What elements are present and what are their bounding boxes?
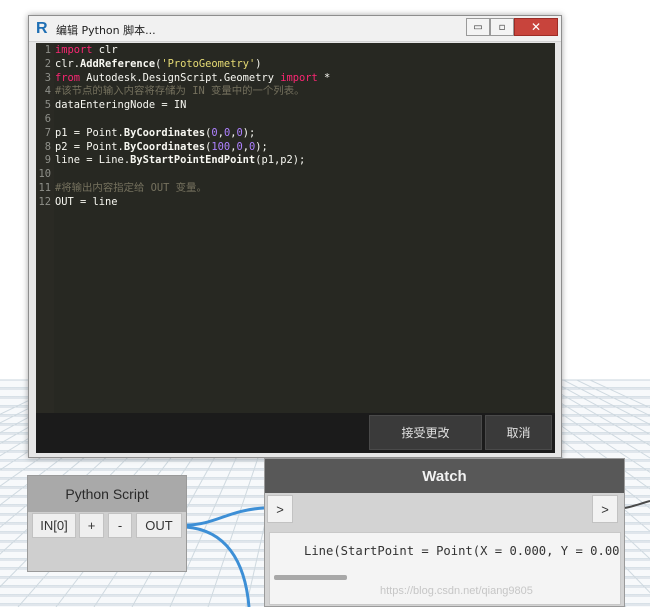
code-text: p1 = Point.ByCoordinates(0,0,0); [55, 127, 255, 141]
python-script-node[interactable]: Python Script IN[0] + - OUT [27, 475, 187, 572]
code-text: import clr [55, 44, 118, 58]
horizontal-scrollbar[interactable] [274, 575, 347, 580]
line-number: 10 [38, 168, 51, 181]
output-port-out[interactable]: OUT [136, 513, 182, 538]
node-title[interactable]: Watch [265, 459, 624, 493]
line-number: 11 [38, 182, 51, 194]
code-token: line = Line. [55, 154, 131, 167]
line-number: 12 [38, 195, 51, 208]
code-text: p2 = Point.ByCoordinates(100,0,0); [55, 141, 268, 155]
code-token: ByStartPointEndPoint [130, 154, 256, 167]
minimize-icon: ▭ [473, 21, 483, 33]
accept-changes-button[interactable]: 接受更改 [369, 415, 482, 450]
python-editor-window[interactable]: R 编辑 Python 脚本... ▭ ▫ ✕ 1 import clr 2 clr.… [28, 15, 562, 458]
minimize-button[interactable]: ▭ [466, 18, 490, 36]
revit-app-icon: R [36, 20, 48, 37]
code-editor[interactable]: 1 import clr 2 clr.AddReference('ProtoGeome… [36, 43, 555, 413]
code-token: * [317, 71, 331, 84]
line-number: 6 [44, 113, 51, 125]
code-text: OUT = line [55, 196, 118, 210]
code-token: p2 = Point. [55, 140, 124, 153]
line-number: 2 [44, 57, 51, 70]
watch-output-port[interactable]: > [592, 495, 618, 523]
code-token: clr. [55, 57, 81, 70]
code-token: ); [242, 126, 256, 139]
code-token: #该节点的输入内容将存储为 IN 变量中的一个列表。 [55, 85, 305, 98]
code-token: (p1,p2); [255, 154, 306, 167]
code-token: ) [255, 57, 262, 70]
dialog-button-bar: 接受更改 取消 [36, 413, 555, 453]
watch-value-text: Line(StartPoint = Point(X = 0.000, Y = 0… [304, 544, 620, 558]
code-text: #该节点的输入内容将存储为 IN 变量中的一个列表。 [55, 85, 304, 99]
window-titlebar[interactable]: R 编辑 Python 脚本... ▭ ▫ ✕ [29, 16, 561, 42]
window-title: 编辑 Python 脚本... [56, 24, 156, 37]
line-number: 8 [44, 140, 51, 153]
code-text: dataEnteringNode = IN [55, 99, 186, 113]
input-port-in0[interactable]: IN[0] [32, 513, 76, 538]
maximize-button[interactable]: ▫ [490, 18, 514, 36]
close-icon: ✕ [530, 20, 542, 34]
code-text: from Autodesk.DesignScript.Geometry impo… [55, 72, 330, 86]
line-number: 9 [44, 154, 51, 167]
code-token: Autodesk.DesignScript.Geometry [80, 71, 281, 84]
add-input-button[interactable]: + [79, 513, 104, 538]
code-text: line = Line.ByStartPointEndPoint(p1,p2); [55, 154, 305, 168]
node-title[interactable]: Python Script [28, 476, 186, 512]
code-token: import [280, 71, 318, 84]
cancel-button[interactable]: 取消 [485, 415, 552, 450]
code-token: ByCoordinates [123, 140, 206, 153]
maximize-icon: ▫ [498, 21, 506, 33]
code-text: clr.AddReference('ProtoGeometry') [55, 58, 261, 72]
code-token: 100 [211, 140, 231, 153]
line-number: 7 [44, 126, 51, 139]
watermark: https://blog.csdn.net/qiang9805 [380, 585, 533, 597]
line-number: 1 [44, 44, 51, 56]
watch-input-port[interactable]: > [267, 495, 293, 523]
code-token: from [55, 71, 81, 84]
code-text: #将输出内容指定给 OUT 变量。 [55, 182, 207, 196]
code-token: dataEnteringNode = IN [55, 99, 187, 112]
code-token: ); [255, 140, 268, 153]
line-number: 3 [44, 71, 51, 84]
code-token: OUT = line [55, 195, 118, 208]
code-token: #将输出内容指定给 OUT 变量。 [55, 182, 207, 194]
close-button[interactable]: ✕ [514, 18, 558, 36]
remove-input-button[interactable]: - [108, 513, 132, 538]
code-token: clr [92, 44, 118, 56]
line-number: 4 [44, 85, 51, 98]
line-number: 5 [44, 99, 51, 112]
code-token: 'ProtoGeometry' [161, 57, 256, 70]
code-token: p1 = Point. [55, 126, 124, 139]
code-token: ByCoordinates [123, 126, 206, 139]
code-token: AddReference [80, 57, 156, 70]
code-token: import [55, 44, 93, 56]
